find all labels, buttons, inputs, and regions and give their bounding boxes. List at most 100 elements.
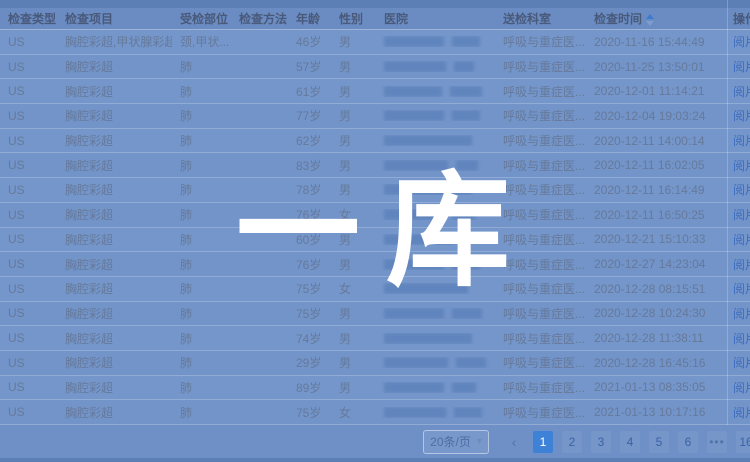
view-images-link[interactable]: 阅片 bbox=[725, 206, 750, 223]
cell-exam-item: 胸腔彩超 bbox=[57, 280, 172, 297]
cell-exam-type: US bbox=[0, 183, 57, 197]
cell-department: 呼吸与重症医... bbox=[495, 206, 586, 223]
view-images-link[interactable]: 阅片 bbox=[725, 404, 750, 421]
cell-exam-type: US bbox=[0, 109, 57, 123]
cell-exam-time: 2020-12-28 10:24:30 bbox=[586, 306, 725, 320]
page-button-2[interactable]: 2 bbox=[562, 431, 582, 453]
cell-hospital-redacted bbox=[376, 382, 495, 393]
page-button-6[interactable]: 6 bbox=[678, 431, 698, 453]
page-ellipsis[interactable]: ••• bbox=[707, 431, 727, 453]
cell-gender: 女 bbox=[331, 404, 376, 421]
cell-exam-time: 2020-12-11 16:50:25 bbox=[586, 208, 725, 222]
cell-age: 61岁 bbox=[288, 83, 331, 100]
cell-department: 呼吸与重症医... bbox=[495, 404, 586, 421]
view-images-link[interactable]: 阅片 bbox=[725, 231, 750, 248]
table-row: US 胸腔彩超 肺 29岁 男 呼吸与重症医... 2020-12-28 16:… bbox=[0, 351, 750, 376]
view-images-link[interactable]: 阅片 bbox=[725, 33, 750, 50]
cell-exam-type: US bbox=[0, 158, 57, 172]
cell-exam-type: US bbox=[0, 306, 57, 320]
cell-exam-type: US bbox=[0, 356, 57, 370]
page-size-select[interactable]: 20条/页 ▾ bbox=[423, 430, 489, 454]
cell-exam-item: 胸腔彩超 bbox=[57, 83, 172, 100]
prev-page-button[interactable]: ‹ bbox=[504, 431, 524, 453]
cell-exam-item: 胸腔彩超 bbox=[57, 305, 172, 322]
cell-age: 46岁 bbox=[288, 33, 331, 50]
cell-hospital-redacted bbox=[376, 357, 495, 368]
cell-body-part: 颈,甲状... bbox=[172, 33, 231, 50]
column-header-exam-type: 检查类型 bbox=[0, 10, 57, 27]
cell-body-part: 肺 bbox=[172, 157, 231, 174]
cell-hospital-redacted bbox=[376, 209, 495, 220]
table-header: 检查类型 检查项目 受检部位 检查方法 年龄 性别 医院 送检科室 检查时间 操… bbox=[0, 8, 750, 30]
cell-body-part: 肺 bbox=[172, 305, 231, 322]
view-images-link[interactable]: 阅片 bbox=[725, 256, 750, 273]
page-button-3[interactable]: 3 bbox=[591, 431, 611, 453]
table-row: US 胸腔彩超 肺 78岁 男 呼吸与重症医... 2020-12-11 16:… bbox=[0, 178, 750, 203]
cell-department: 呼吸与重症医... bbox=[495, 83, 586, 100]
cell-exam-time: 2020-12-28 11:38:11 bbox=[586, 331, 725, 345]
cell-exam-type: US bbox=[0, 257, 57, 271]
cell-exam-type: US bbox=[0, 84, 57, 98]
cell-exam-time: 2020-11-16 15:44:49 bbox=[586, 35, 725, 49]
table-row: US 胸腔彩超 肺 77岁 男 呼吸与重症医... 2020-12-04 19:… bbox=[0, 104, 750, 129]
cell-gender: 男 bbox=[331, 379, 376, 396]
cell-hospital-redacted bbox=[376, 184, 495, 195]
view-images-link[interactable]: 阅片 bbox=[725, 107, 750, 124]
view-images-link[interactable]: 阅片 bbox=[725, 330, 750, 347]
view-images-link[interactable]: 阅片 bbox=[725, 58, 750, 75]
cell-exam-item: 胸腔彩超 bbox=[57, 379, 172, 396]
page-button-5[interactable]: 5 bbox=[649, 431, 669, 453]
chevron-down-icon: ▾ bbox=[477, 436, 482, 447]
cell-exam-item: 胸腔彩超 bbox=[57, 206, 172, 223]
view-images-link[interactable]: 阅片 bbox=[725, 379, 750, 396]
cell-department: 呼吸与重症医... bbox=[495, 379, 586, 396]
cell-hospital-redacted bbox=[376, 259, 495, 270]
table-row: US 胸腔彩超 肺 57岁 男 呼吸与重症医... 2020-11-25 13:… bbox=[0, 55, 750, 80]
page-buttons: 123456 bbox=[533, 431, 698, 453]
table-row: US 胸腔彩超 肺 60岁 男 呼吸与重症医... 2020-12-21 15:… bbox=[0, 228, 750, 253]
cell-exam-item: 胸腔彩超 bbox=[57, 181, 172, 198]
pagination-bar: 20条/页 ▾ ‹ 123456 ••• 16 bbox=[0, 425, 750, 458]
cell-exam-type: US bbox=[0, 380, 57, 394]
cell-exam-type: US bbox=[0, 60, 57, 74]
page-button-1[interactable]: 1 bbox=[533, 431, 553, 453]
cell-body-part: 肺 bbox=[172, 256, 231, 273]
column-header-method: 检查方法 bbox=[231, 10, 288, 27]
cell-exam-type: US bbox=[0, 331, 57, 345]
cell-exam-item: 胸腔彩超 bbox=[57, 132, 172, 149]
cell-exam-item: 胸腔彩超 bbox=[57, 231, 172, 248]
cell-exam-item: 胸腔彩超,甲状腺彩超 bbox=[57, 33, 172, 50]
cell-age: 83岁 bbox=[288, 157, 331, 174]
cell-exam-type: US bbox=[0, 208, 57, 222]
cell-age: 89岁 bbox=[288, 379, 331, 396]
view-images-link[interactable]: 阅片 bbox=[725, 280, 750, 297]
view-images-link[interactable]: 阅片 bbox=[725, 181, 750, 198]
cell-department: 呼吸与重症医... bbox=[495, 231, 586, 248]
view-images-link[interactable]: 阅片 bbox=[725, 132, 750, 149]
cell-body-part: 肺 bbox=[172, 107, 231, 124]
cell-age: 75岁 bbox=[288, 404, 331, 421]
table-row: US 胸腔彩超 肺 75岁 女 呼吸与重症医... 2020-12-28 08:… bbox=[0, 277, 750, 302]
cell-department: 呼吸与重症医... bbox=[495, 132, 586, 149]
last-page-button[interactable]: 16 bbox=[736, 431, 750, 453]
page-size-label: 20条/页 bbox=[430, 433, 471, 450]
sort-caret-icon[interactable] bbox=[646, 14, 654, 26]
cell-body-part: 肺 bbox=[172, 379, 231, 396]
cell-gender: 男 bbox=[331, 181, 376, 198]
view-images-link[interactable]: 阅片 bbox=[725, 305, 750, 322]
view-images-link[interactable]: 阅片 bbox=[725, 83, 750, 100]
column-header-exam-time[interactable]: 检查时间 bbox=[586, 10, 725, 27]
cell-exam-item: 胸腔彩超 bbox=[57, 404, 172, 421]
view-images-link[interactable]: 阅片 bbox=[725, 354, 750, 371]
cell-exam-time: 2020-12-11 16:14:49 bbox=[586, 183, 725, 197]
page-button-4[interactable]: 4 bbox=[620, 431, 640, 453]
view-images-link[interactable]: 阅片 bbox=[725, 157, 750, 174]
cell-hospital-redacted bbox=[376, 86, 495, 97]
cell-age: 74岁 bbox=[288, 330, 331, 347]
cell-department: 呼吸与重症医... bbox=[495, 58, 586, 75]
cell-department: 呼吸与重症医... bbox=[495, 330, 586, 347]
cell-exam-time: 2020-12-21 15:10:33 bbox=[586, 232, 725, 246]
cell-hospital-redacted bbox=[376, 407, 495, 418]
cell-age: 75岁 bbox=[288, 280, 331, 297]
table-row: US 胸腔彩超 肺 74岁 男 呼吸与重症医... 2020-12-28 11:… bbox=[0, 326, 750, 351]
